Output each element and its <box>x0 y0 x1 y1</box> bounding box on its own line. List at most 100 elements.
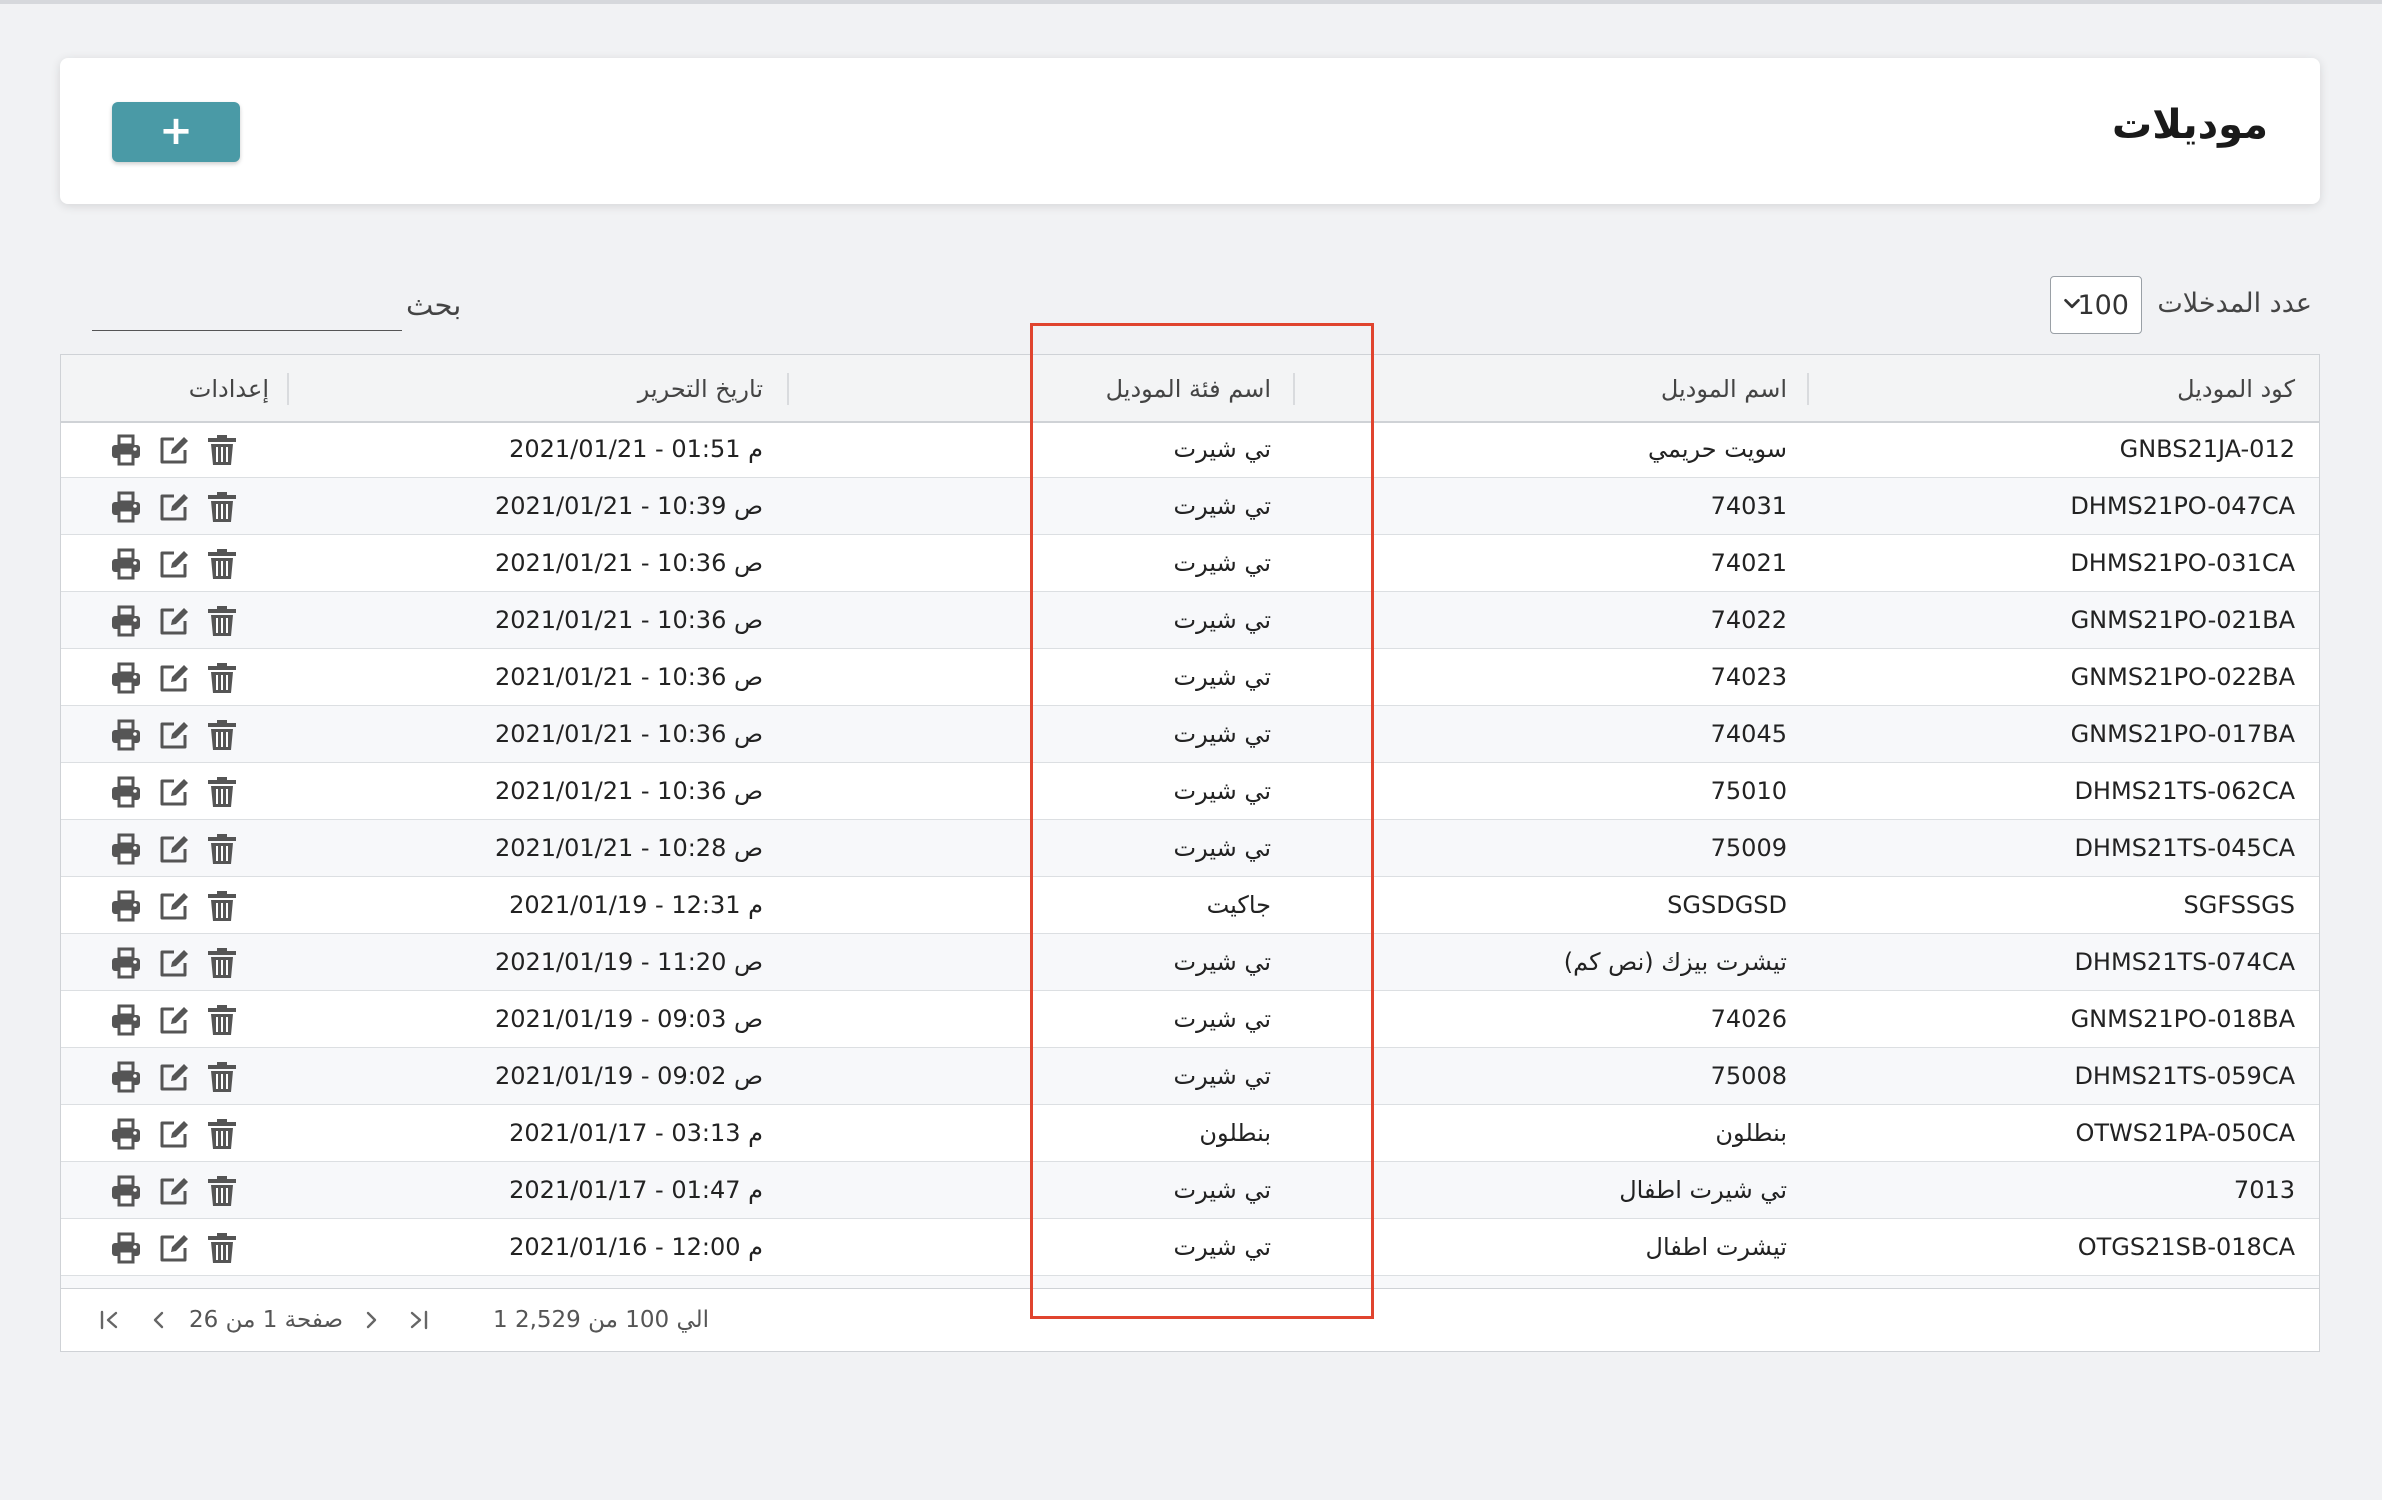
row-actions <box>109 547 247 581</box>
table-row[interactable]: DHMS21TS-062CA 75010 تي شيرت 2021/01/21 … <box>61 763 2319 820</box>
cell-name: 74026 <box>1710 1005 1787 1033</box>
trash-icon[interactable] <box>205 433 239 467</box>
edit-icon[interactable] <box>157 946 191 980</box>
table-row[interactable]: OTWS21PA-050CA بنطلون بنطلون 2021/01/17 … <box>61 1105 2319 1162</box>
cell-category: تي شيرت <box>1173 606 1272 634</box>
trash-icon[interactable] <box>205 604 239 638</box>
table-row[interactable]: DHMS21TS-074CA تيشرت بيزك (نص كم) تي شير… <box>61 934 2319 991</box>
trash-icon[interactable] <box>205 1231 239 1265</box>
search-input[interactable] <box>92 292 402 331</box>
row-actions <box>109 604 247 638</box>
col-header-category[interactable]: اسم فئة الموديل <box>1106 375 1271 403</box>
edit-icon[interactable] <box>157 661 191 695</box>
table-row[interactable]: GNMS21PO-017BA 74045 تي شيرت 2021/01/21 … <box>61 706 2319 763</box>
cell-name: 74045 <box>1710 720 1787 748</box>
trash-icon[interactable] <box>205 1174 239 1208</box>
add-model-button[interactable]: + <box>112 102 240 162</box>
entries-select[interactable]: 100 <box>2050 276 2142 334</box>
edit-icon[interactable] <box>157 832 191 866</box>
edit-icon[interactable] <box>157 1231 191 1265</box>
row-actions <box>109 832 247 866</box>
print-icon[interactable] <box>109 661 143 695</box>
col-header-name[interactable]: اسم الموديل <box>1661 375 1787 403</box>
table-header: كود الموديل اسم الموديل اسم فئة الموديل … <box>61 355 2319 423</box>
cell-code: DHMS21TS-074CA <box>2074 948 2295 976</box>
trash-icon[interactable] <box>205 1117 239 1151</box>
cell-code: DHMS21PO-047CA <box>2070 492 2295 520</box>
first-page-icon[interactable] <box>99 1307 121 1333</box>
table-row[interactable]: DHMS21PO-031CA 74021 تي شيرت 2021/01/21 … <box>61 535 2319 592</box>
edit-icon[interactable] <box>157 775 191 809</box>
trash-icon[interactable] <box>205 661 239 695</box>
prev-page-icon[interactable] <box>147 1307 169 1333</box>
cell-category: تي شيرت <box>1173 777 1272 805</box>
table-row[interactable]: GNBS21JA-012 سويت حريمي تي شيرت 2021/01/… <box>61 421 2319 478</box>
cell-name: سويت حريمي <box>1647 435 1787 463</box>
table-row[interactable]: OTGS21SB-018CA تيشرت اطفال تي شيرت 2021/… <box>61 1219 2319 1276</box>
trash-icon[interactable] <box>205 490 239 524</box>
print-icon[interactable] <box>109 547 143 581</box>
print-icon[interactable] <box>109 1231 143 1265</box>
table-row[interactable]: DHMS21TS-045CA 75009 تي شيرت 2021/01/21 … <box>61 820 2319 877</box>
edit-icon[interactable] <box>157 1003 191 1037</box>
cell-category: جاكيت <box>1206 891 1271 919</box>
cell-name: تيشرت بيزك (نص كم) <box>1563 948 1787 976</box>
print-icon[interactable] <box>109 433 143 467</box>
table-row[interactable]: DHMS21TS-059CA 75008 تي شيرت 2021/01/19 … <box>61 1048 2319 1105</box>
row-actions <box>109 946 247 980</box>
row-actions <box>109 490 247 524</box>
col-header-code[interactable]: كود الموديل <box>2177 375 2295 403</box>
col-header-date[interactable]: تاريخ التحرير <box>638 375 763 403</box>
print-icon[interactable] <box>109 1003 143 1037</box>
edit-icon[interactable] <box>157 889 191 923</box>
table-row[interactable]: GNMS21PO-021BA 74022 تي شيرت 2021/01/21 … <box>61 592 2319 649</box>
print-icon[interactable] <box>109 604 143 638</box>
trash-icon[interactable] <box>205 775 239 809</box>
cell-date: 2021/01/21 - 10:39 ص <box>494 492 763 520</box>
edit-icon[interactable] <box>157 1174 191 1208</box>
trash-icon[interactable] <box>205 1003 239 1037</box>
table-row[interactable]: GNMS21PO-018BA 74026 تي شيرت 2021/01/19 … <box>61 991 2319 1048</box>
trash-icon[interactable] <box>205 946 239 980</box>
print-icon[interactable] <box>109 832 143 866</box>
cell-code: DHMS21TS-059CA <box>2074 1062 2295 1090</box>
table-body: GNBS21JA-012 سويت حريمي تي شيرت 2021/01/… <box>61 421 2319 1291</box>
edit-icon[interactable] <box>157 1117 191 1151</box>
column-divider <box>287 373 289 405</box>
print-icon[interactable] <box>109 889 143 923</box>
row-actions <box>109 433 247 467</box>
cell-code: GNMS21PO-018BA <box>2070 1005 2295 1033</box>
edit-icon[interactable] <box>157 547 191 581</box>
entries-label: عدد المدخلات <box>2157 288 2312 319</box>
cell-category: تي شيرت <box>1173 435 1272 463</box>
print-icon[interactable] <box>109 1117 143 1151</box>
edit-icon[interactable] <box>157 718 191 752</box>
print-icon[interactable] <box>109 946 143 980</box>
next-page-icon[interactable] <box>361 1307 383 1333</box>
table-row[interactable]: 7013 تي شيرت اطفال تي شيرت 2021/01/17 - … <box>61 1162 2319 1219</box>
cell-date: 2021/01/19 - 12:31 م <box>509 891 763 919</box>
edit-icon[interactable] <box>157 604 191 638</box>
models-table: كود الموديل اسم الموديل اسم فئة الموديل … <box>60 354 2320 1352</box>
cell-date: 2021/01/19 - 09:03 ص <box>494 1005 763 1033</box>
print-icon[interactable] <box>109 1060 143 1094</box>
trash-icon[interactable] <box>205 547 239 581</box>
trash-icon[interactable] <box>205 832 239 866</box>
print-icon[interactable] <box>109 490 143 524</box>
cell-category: تي شيرت <box>1173 834 1272 862</box>
table-row[interactable]: DHMS21PO-047CA 74031 تي شيرت 2021/01/21 … <box>61 478 2319 535</box>
edit-icon[interactable] <box>157 433 191 467</box>
last-page-icon[interactable] <box>407 1307 429 1333</box>
print-icon[interactable] <box>109 1174 143 1208</box>
table-row[interactable]: SGFSSGS SGSDGSD جاكيت 2021/01/19 - 12:31… <box>61 877 2319 934</box>
edit-icon[interactable] <box>157 1060 191 1094</box>
trash-icon[interactable] <box>205 1060 239 1094</box>
edit-icon[interactable] <box>157 490 191 524</box>
print-icon[interactable] <box>109 775 143 809</box>
trash-icon[interactable] <box>205 718 239 752</box>
row-actions <box>109 1060 247 1094</box>
print-icon[interactable] <box>109 718 143 752</box>
table-row[interactable]: GNMS21PO-022BA 74023 تي شيرت 2021/01/21 … <box>61 649 2319 706</box>
cell-category: تي شيرت <box>1173 663 1272 691</box>
trash-icon[interactable] <box>205 889 239 923</box>
